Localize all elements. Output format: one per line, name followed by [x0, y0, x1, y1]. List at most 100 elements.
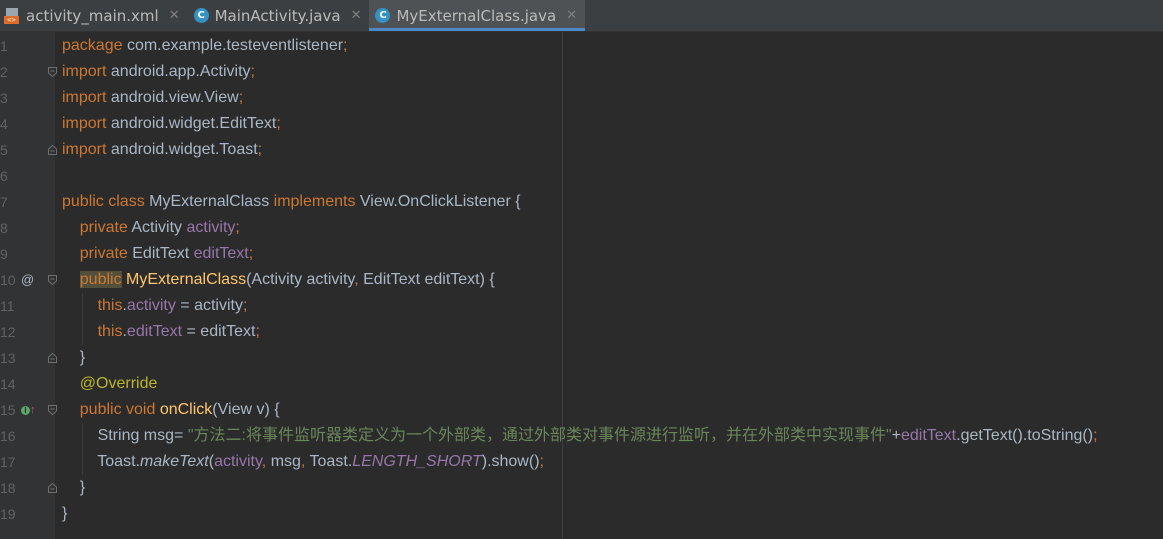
- code-token: this: [62, 297, 123, 314]
- line-number: 13: [0, 350, 16, 366]
- code-line[interactable]: 4 import android.widget.EditText;: [0, 111, 1163, 137]
- code-token: ;: [248, 245, 254, 262]
- fold-toggle-icon[interactable]: [48, 145, 57, 155]
- code-token: ).show(): [481, 453, 540, 470]
- line-number: 8: [0, 220, 8, 236]
- code-line[interactable]: 16 String msg= "方法二:将事件监听器类定义为一个外部类，通过外部…: [0, 423, 1163, 449]
- tab-activity-main-xml[interactable]: <> activity_main.xml ✕: [0, 0, 188, 31]
- code-line[interactable]: 8 private Activity activity;: [0, 215, 1163, 241]
- line-number: 12: [0, 324, 16, 340]
- tab-label: MyExternalClass.java: [396, 6, 557, 25]
- code-line[interactable]: 10 @ public MyExternalClass(Activity acti…: [0, 267, 1163, 293]
- code-line[interactable]: 13 }: [0, 345, 1163, 371]
- line-number: 19: [0, 506, 16, 522]
- code-line[interactable]: 7 public class MyExternalClass implements…: [0, 189, 1163, 215]
- close-icon[interactable]: ✕: [351, 8, 362, 23]
- code-line[interactable]: 19}: [0, 501, 1163, 527]
- code-token: ;: [539, 453, 544, 470]
- code-token: import: [62, 115, 107, 132]
- code-token: Toast.: [62, 453, 140, 470]
- code-token: EditText: [132, 245, 194, 262]
- code-token: MyExternalClass: [126, 271, 247, 288]
- code-text: @Override: [62, 371, 158, 397]
- code-token: }: [62, 479, 86, 496]
- line-number: 11: [0, 298, 15, 314]
- line-number: 5: [0, 142, 8, 158]
- tab-label: MainActivity.java: [214, 6, 341, 25]
- line-number: 15: [0, 402, 16, 418]
- code-text: private EditText editText;: [62, 241, 253, 267]
- code-line[interactable]: 11 this.activity = activity;: [0, 293, 1163, 319]
- code-text: public class MyExternalClass implements …: [62, 189, 521, 215]
- line-number: 7: [0, 194, 8, 210]
- code-token: ;: [1093, 427, 1098, 444]
- code-token: msg: [270, 453, 301, 470]
- code-token: editText: [900, 427, 957, 444]
- xml-file-icon: <>: [4, 7, 20, 24]
- code-token: String msg=: [62, 427, 188, 444]
- code-text: import android.widget.EditText;: [62, 111, 281, 137]
- java-class-icon: C: [375, 8, 391, 23]
- code-token: (View v) {: [212, 401, 280, 418]
- code-token: .getText().toString(): [956, 427, 1094, 444]
- code-token: implements: [273, 193, 360, 210]
- code-token: editText: [193, 245, 249, 262]
- code-line[interactable]: 15 I ↑ public void onClick(View v) {: [0, 397, 1163, 423]
- close-icon[interactable]: ✕: [169, 8, 180, 23]
- code-token: android.view.View: [106, 89, 239, 106]
- code-line[interactable]: 5 import android.widget.Toast;: [0, 137, 1163, 163]
- code-token: public: [79, 271, 122, 288]
- code-text: }: [62, 501, 67, 527]
- fold-toggle-icon[interactable]: [48, 275, 57, 285]
- code-token: Toast.: [309, 453, 353, 470]
- code-line[interactable]: 14 @Override: [0, 371, 1163, 397]
- code-token: activity: [214, 453, 262, 470]
- fold-toggle-icon[interactable]: [48, 483, 57, 493]
- code-line[interactable]: 6: [0, 163, 1163, 189]
- code-token: activity: [126, 297, 176, 314]
- code-line[interactable]: 12 this.editText = editText;: [0, 319, 1163, 345]
- code-token: ;: [276, 115, 281, 132]
- code-token: import: [62, 141, 107, 158]
- code-text: package com.example.testeventlistener;: [62, 33, 348, 59]
- code-line[interactable]: 3 import android.view.View;: [0, 85, 1163, 111]
- line-number: 17: [0, 454, 16, 470]
- code-token: private: [62, 245, 133, 262]
- code-token: android.widget.Toast: [106, 141, 258, 158]
- code-token: LENGTH_SHORT: [352, 453, 482, 470]
- tab-label: activity_main.xml: [26, 6, 159, 25]
- tab-main-activity-java[interactable]: C MainActivity.java ✕: [188, 0, 370, 31]
- code-token: ;: [250, 63, 255, 80]
- code-token: EditText editText) {: [363, 271, 495, 288]
- code-token: ;: [235, 219, 240, 236]
- code-text: this.activity = activity;: [62, 293, 248, 319]
- code-token: = activity: [175, 297, 243, 314]
- fold-toggle-icon[interactable]: [48, 353, 57, 363]
- code-line[interactable]: 1 package com.example.testeventlistener;: [0, 33, 1163, 59]
- tab-my-external-class-java[interactable]: C MyExternalClass.java ✕: [369, 0, 586, 31]
- implements-method-icon[interactable]: I ↑: [21, 401, 36, 419]
- code-token: }: [62, 505, 68, 522]
- code-token: ;: [255, 323, 260, 340]
- code-token: ;: [343, 37, 348, 54]
- fold-toggle-icon[interactable]: [48, 405, 57, 415]
- close-icon[interactable]: ✕: [566, 8, 577, 23]
- code-token: android.widget.EditText: [106, 115, 277, 132]
- code-line[interactable]: 18 }: [0, 475, 1163, 501]
- code-token: public class: [62, 193, 150, 210]
- code-line[interactable]: 17 Toast.makeText(activity, msg, Toast.L…: [0, 449, 1163, 475]
- override-marker-icon[interactable]: @: [21, 271, 34, 289]
- fold-toggle-icon[interactable]: [48, 67, 57, 77]
- line-number: 6: [0, 168, 8, 184]
- code-line[interactable]: 9 private EditText editText;: [0, 241, 1163, 267]
- code-line[interactable]: 2 import android.app.Activity;: [0, 59, 1163, 85]
- code-token: editText: [126, 323, 183, 340]
- code-text: }: [62, 475, 85, 501]
- java-class-icon: C: [193, 8, 209, 23]
- code-token: +: [891, 427, 901, 444]
- code-token: "方法二:将事件监听器类定义为一个外部类，通过外部类对事件源进行监听，并在外部类…: [187, 427, 892, 444]
- code-editor[interactable]: 1 package com.example.testeventlistener; 2…: [0, 32, 1163, 539]
- code-text: import android.app.Activity;: [62, 59, 255, 85]
- code-text: String msg= "方法二:将事件监听器类定义为一个外部类，通过外部类对事…: [62, 423, 1098, 449]
